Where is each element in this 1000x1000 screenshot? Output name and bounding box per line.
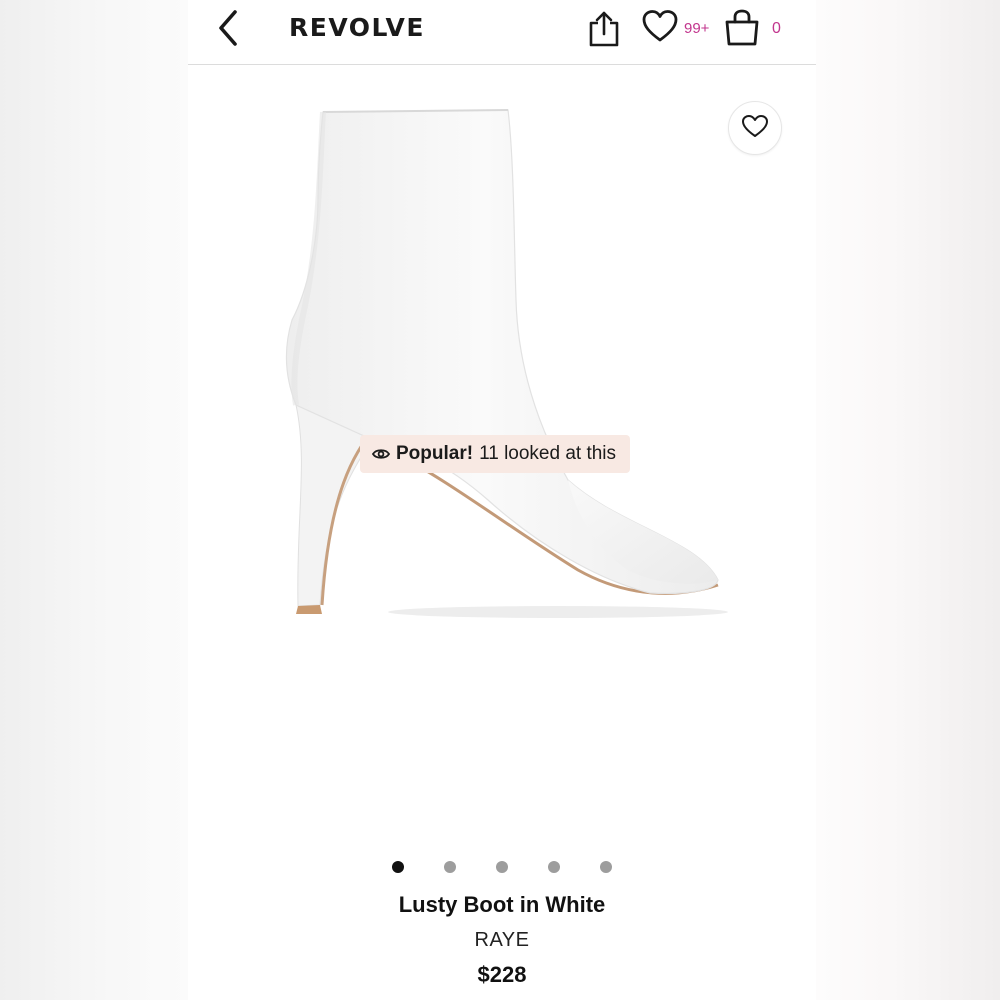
wishlist-count-badge: 99+ (684, 20, 710, 37)
carousel-dot-3[interactable] (496, 861, 508, 873)
product-title: Lusty Boot in White (398, 892, 606, 917)
back-button[interactable] (210, 8, 246, 52)
popular-badge: Popular! 11 looked at this (360, 435, 631, 473)
wishlist-button[interactable] (640, 8, 680, 48)
background-left (0, 0, 188, 1000)
popular-text: 11 looked at this (479, 443, 617, 464)
eye-icon (372, 447, 390, 461)
chevron-left-icon (217, 9, 239, 52)
product-designer[interactable]: RAYE (188, 929, 816, 952)
share-icon (587, 9, 621, 52)
heart-icon (641, 9, 679, 48)
product-image[interactable] (278, 100, 728, 630)
bag-count-badge: 0 (772, 20, 781, 37)
top-nav-bar: REVOLVE 99+ 0 (188, 0, 816, 65)
boot-image (285, 109, 728, 618)
product-price: $228 (477, 962, 527, 987)
shopping-bag-button[interactable] (722, 8, 762, 52)
popular-label: Popular! (396, 443, 474, 464)
carousel-dot-2[interactable] (444, 861, 456, 873)
shopping-bag-icon (722, 8, 762, 53)
app-view: REVOLVE 99+ 0 Popular! 11 looked at this… (188, 0, 816, 1000)
share-button[interactable] (584, 8, 624, 52)
carousel-dot-5[interactable] (600, 861, 612, 873)
heart-icon (741, 114, 769, 143)
screen: REVOLVE 99+ 0 Popular! 11 looked at this… (0, 0, 1000, 1000)
background-right (816, 0, 1000, 1000)
carousel-dot-4[interactable] (548, 861, 560, 873)
image-carousel-dots (392, 859, 612, 875)
add-to-favorites-button[interactable] (728, 101, 782, 155)
brand-logo[interactable]: REVOLVE (289, 13, 425, 42)
carousel-dot-1[interactable] (392, 861, 404, 873)
